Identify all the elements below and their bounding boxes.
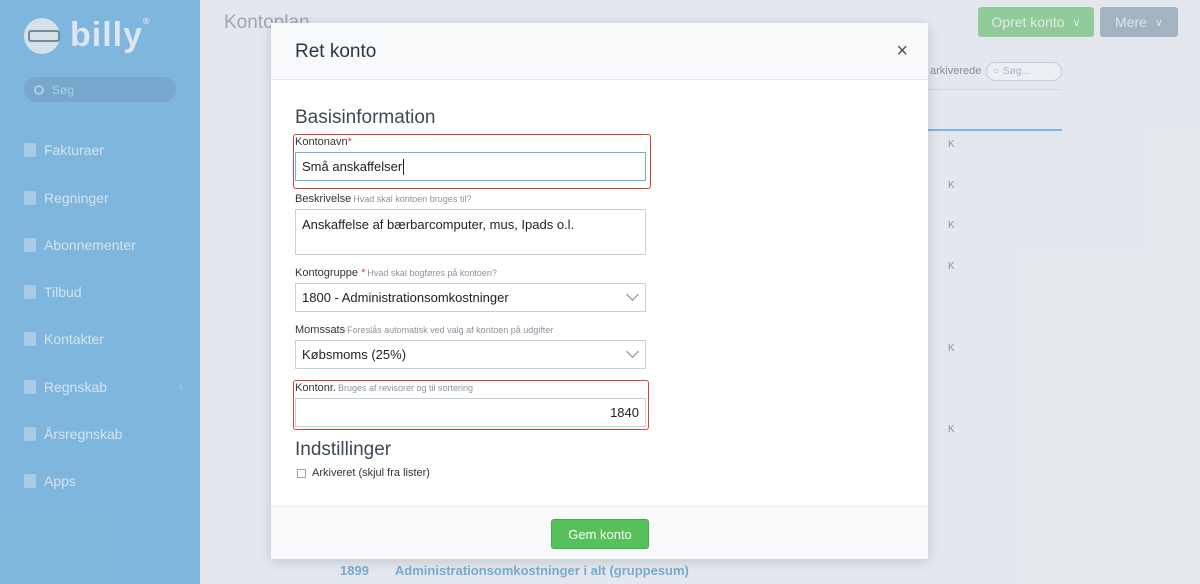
account-name-field[interactable]: Små anskaffelser	[295, 152, 646, 181]
required-mark: *	[361, 267, 366, 279]
description-hint: Hvad skal kontoen bruges til?	[353, 194, 472, 204]
account-name-label: Kontonavn*	[295, 136, 352, 148]
chevron-down-icon	[626, 345, 639, 358]
edit-account-dialog: Ret konto × Basisinformation Kontonavn* …	[271, 23, 928, 559]
dialog-header: Ret konto ×	[271, 23, 928, 80]
vat-label-text: Momssats	[295, 324, 346, 336]
account-number-field[interactable]: 1840	[295, 398, 646, 427]
description-label: Beskrivelse Hvad skal kontoen bruges til?	[295, 193, 471, 205]
description-label-text: Beskrivelse	[295, 193, 352, 205]
archived-checkbox-label: Arkiveret (skjul fra lister)	[312, 467, 430, 479]
save-account-button[interactable]: Gem konto	[551, 519, 649, 549]
vat-value: Købsmoms (25%)	[302, 347, 407, 362]
text-cursor	[403, 158, 405, 175]
vat-select[interactable]: Købsmoms (25%)	[295, 340, 646, 369]
account-group-select[interactable]: 1800 - Administrationsomkostninger	[295, 283, 646, 312]
dialog-title: Ret konto	[295, 41, 377, 62]
vat-label: Momssats Foreslås automatisk ved valg af …	[295, 324, 553, 336]
archived-checkbox[interactable]	[297, 468, 306, 478]
account-number-label: Kontonr. Bruges af revisorer og til sorte…	[295, 382, 473, 394]
dialog-footer: Gem konto	[271, 506, 928, 559]
account-name-label-text: Kontonavn	[295, 136, 348, 148]
required-mark: *	[347, 136, 352, 148]
section-settings: Indstillinger	[295, 439, 392, 460]
description-field[interactable]: Anskaffelse af bærbarcomputer, mus, Ipad…	[295, 209, 646, 255]
account-group-hint: Hvad skal bogføres på kontoen?	[367, 268, 497, 278]
account-number-value: 1840	[610, 405, 639, 420]
account-name-value: Små anskaffelser	[302, 159, 403, 174]
archived-checkbox-row[interactable]: Arkiveret (skjul fra lister)	[297, 467, 430, 479]
vat-hint: Foreslås automatisk ved valg af kontoen …	[347, 325, 554, 335]
close-icon[interactable]: ×	[896, 41, 908, 61]
chevron-down-icon	[626, 288, 639, 301]
account-number-hint: Bruges af revisorer og til sortering	[337, 383, 474, 393]
account-group-label: Kontogruppe * Hvad skal bogføres på konto…	[295, 267, 497, 279]
section-basic-info: Basisinformation	[295, 107, 436, 128]
account-group-value: 1800 - Administrationsomkostninger	[302, 290, 509, 305]
account-group-label-text: Kontogruppe	[295, 267, 358, 279]
account-number-label-text: Kontonr.	[295, 382, 336, 394]
